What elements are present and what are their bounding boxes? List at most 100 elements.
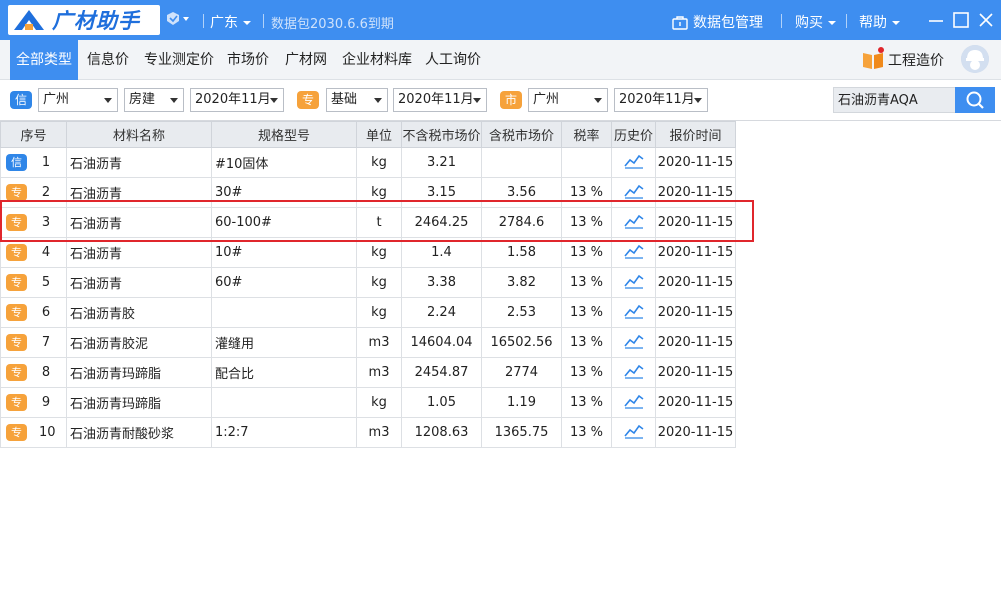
app-logo: 广材助手 [8,5,160,35]
col-header-seq[interactable]: 序号 [0,121,67,148]
cell-history[interactable] [611,297,656,328]
source-tag: 专 [6,304,27,321]
tab-manual-inquiry[interactable]: 人工询价 [420,40,486,80]
cell-material-name: 石油沥青 [66,237,212,268]
market-city-select[interactable]: 广州 [528,88,608,112]
cell-history[interactable] [611,147,656,178]
trend-chart-icon[interactable] [623,364,644,383]
table-row[interactable]: 信 1 石油沥青 #10固体 kg 3.21 2020-11-15 [0,147,736,178]
trend-chart-icon[interactable] [623,394,644,413]
cell-history[interactable] [611,267,656,298]
cell-tax-rate: 13 % [561,177,612,208]
table-row[interactable]: 专 5 石油沥青 60# kg 3.38 3.82 13 % 2020-11-15 [0,267,736,298]
logo-icon [14,10,44,30]
info-city-select[interactable]: 广州 [38,88,118,112]
minimize-button[interactable] [926,10,946,30]
col-header-spec[interactable]: 规格型号 [211,121,357,148]
trend-chart-icon[interactable] [623,184,644,203]
minimize-icon [929,20,943,22]
tab-info-price[interactable]: 信息价 [82,40,134,80]
info-period-value: 2020年11月 [195,92,271,107]
divider [781,14,782,28]
search-button[interactable] [955,87,995,113]
trend-chart-icon[interactable] [623,424,644,443]
col-header-price-ex-tax[interactable]: 不含税市场价 [401,121,482,148]
cell-spec: #10固体 [211,147,357,178]
trend-chart-icon[interactable] [623,334,644,353]
table-row[interactable]: 专 10 石油沥青耐酸砂浆 1:2:7 m3 1208.63 1365.75 13 % 2020… [0,417,736,448]
info-category-select[interactable]: 房建 [124,88,184,112]
info-period-select[interactable]: 2020年11月 [190,88,284,112]
buy-label: 购买 [795,15,823,31]
cell-tax-rate: 13 % [561,357,612,388]
region-label: 广东 [210,15,238,31]
help-label: 帮助 [859,15,887,31]
row-number: 5 [41,275,51,290]
close-button[interactable] [976,10,996,30]
professional-price-badge: 专 [297,91,319,109]
data-package-button[interactable]: 数据包管理 [672,12,763,32]
maximize-button[interactable] [951,10,971,30]
cell-seq: 专5 [0,267,67,298]
col-header-date[interactable]: 报价时间 [655,121,736,148]
chevron-down-icon [374,98,382,103]
table-row[interactable]: 专 2 石油沥青 30# kg 3.15 3.56 13 % 2020-11-15 [0,177,736,208]
trend-chart-icon[interactable] [623,244,644,263]
buy-menu[interactable]: 购买 [795,12,837,32]
cell-price-in-tax: 1.19 [481,387,562,418]
cell-history[interactable] [611,327,656,358]
table-row[interactable]: 专 4 石油沥青 10# kg 1.4 1.58 13 % 2020-11-15 [0,237,736,268]
cell-history[interactable] [611,387,656,418]
tab-enterprise-library[interactable]: 企业材料库 [337,40,417,80]
col-header-history[interactable]: 历史价 [611,121,656,148]
avatar[interactable] [961,45,989,73]
cell-material-name: 石油沥青玛蹄脂 [66,357,212,388]
cell-seq: 专6 [0,297,67,328]
help-menu[interactable]: 帮助 [859,12,901,32]
cell-price-in-tax: 16502.56 [481,327,562,358]
col-header-price-in-tax[interactable]: 含税市场价 [481,121,562,148]
trend-chart-icon[interactable] [623,304,644,323]
tab-professional-price[interactable]: 专业测定价 [139,40,219,80]
col-header-tax-rate[interactable]: 税率 [561,121,612,148]
price-table: 序号 材料名称 规格型号 单位 不含税市场价 含税市场价 税率 历史价 报价时间… [0,121,736,448]
col-header-unit[interactable]: 单位 [356,121,402,148]
cell-seq: 专4 [0,237,67,268]
table-row[interactable]: 专 3 石油沥青 60-100# t 2464.25 2784.6 13 % 2020-11-1… [0,207,736,238]
table-row[interactable]: 专 7 石油沥青胶泥 灌缝用 m3 14604.04 16502.56 13 % 2020-11… [0,327,736,358]
pro-period-select[interactable]: 2020年11月 [393,88,487,112]
row-number: 4 [41,245,51,260]
col-header-name[interactable]: 材料名称 [66,121,212,148]
cell-spec: 60-100# [211,207,357,238]
cell-history[interactable] [611,237,656,268]
cost-label: 工程造价​ [888,53,944,69]
trend-chart-icon[interactable] [623,274,644,293]
pro-category-select[interactable]: 基础 [326,88,388,112]
cell-spec: 10# [211,237,357,268]
cell-quote-date: 2020-11-15 [655,417,736,448]
tab-all-types[interactable]: 全部类型 [10,40,78,80]
cell-seq: 专7 [0,327,67,358]
table-row[interactable]: 专 6 石油沥青胶 kg 2.24 2.53 13 % 2020-11-15 [0,297,736,328]
source-tag: 专 [6,244,27,261]
cell-history[interactable] [611,357,656,388]
trend-chart-icon[interactable] [623,214,644,233]
source-tag: 专 [6,364,27,381]
tab-market-price[interactable]: 市场价 [222,40,274,80]
version-dropdown[interactable] [166,11,190,31]
market-city-value: 广州 [533,92,560,107]
cell-quote-date: 2020-11-15 [655,387,736,418]
cell-history[interactable] [611,177,656,208]
cell-history[interactable] [611,207,656,238]
cell-unit: m3 [356,357,402,388]
market-period-select[interactable]: 2020年11月 [614,88,708,112]
source-tag: 专 [6,424,27,441]
region-dropdown[interactable]: 广东 [210,12,252,32]
cost-button[interactable]: 工程造价​ [862,47,944,71]
trend-chart-icon[interactable] [623,154,644,173]
table-row[interactable]: 专 9 石油沥青玛蹄脂 kg 1.05 1.19 13 % 2020-11-15 [0,387,736,418]
search-input[interactable]: 石油沥青AQA [833,87,956,113]
tab-guangcai-web[interactable]: 广材网 [280,40,332,80]
cell-history[interactable] [611,417,656,448]
table-row[interactable]: 专 8 石油沥青玛蹄脂 配合比 m3 2454.87 2774 13 % 2020-11-15 [0,357,736,388]
